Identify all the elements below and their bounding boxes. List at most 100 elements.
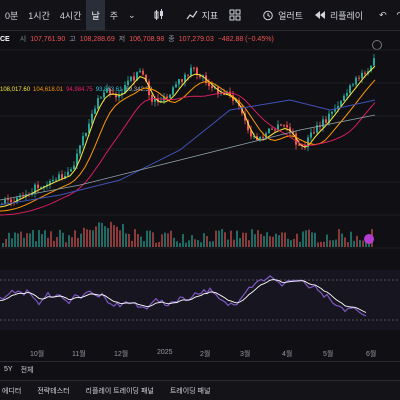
volume-bar — [245, 232, 247, 247]
candle-body — [10, 199, 12, 203]
volume-bar — [35, 241, 37, 247]
candle-body — [325, 119, 327, 123]
range-5y-button[interactable]: 5Y — [4, 366, 13, 373]
volume-bar — [299, 241, 301, 247]
volume-bar — [146, 230, 148, 247]
volume-bar — [344, 237, 346, 247]
volume-bar — [143, 241, 145, 247]
volume-bar — [278, 235, 280, 247]
volume-bar — [107, 227, 109, 247]
volume-bar — [149, 230, 151, 247]
volume-bar — [311, 232, 313, 247]
volume-bar — [101, 222, 103, 247]
time-axis-label: 4월 — [282, 351, 293, 358]
volume-bar — [317, 242, 319, 247]
candle-body — [91, 113, 93, 124]
volume-bar — [314, 232, 316, 247]
volume-bar — [8, 232, 10, 247]
price-chart-area[interactable] — [0, 0, 400, 345]
volume-bar — [131, 240, 133, 247]
volume-bar — [53, 240, 55, 247]
volume-bar — [242, 232, 244, 247]
volume-bar — [275, 233, 277, 247]
volume-bar — [236, 230, 238, 247]
tab-editor[interactable]: 에디터 — [2, 386, 21, 396]
volume-bar — [104, 226, 106, 247]
volume-bar — [80, 233, 82, 247]
volume-bar — [287, 238, 289, 247]
volume-bar — [200, 242, 202, 247]
candle-body — [313, 132, 315, 134]
candle-body — [166, 96, 168, 99]
candle-body — [274, 129, 276, 131]
volume-bar — [293, 238, 295, 247]
volume-bar — [122, 223, 124, 247]
volume-bar — [62, 232, 64, 247]
candle-body — [4, 199, 6, 204]
volume-bar — [26, 233, 28, 247]
volume-bar — [308, 229, 310, 247]
volume-bar — [98, 222, 100, 247]
candle-body — [175, 84, 177, 88]
tab-strategy-tester[interactable]: 전략테스터 — [37, 386, 69, 396]
volume-bar — [125, 233, 127, 247]
volume-bar — [356, 235, 358, 247]
candle-body — [172, 87, 174, 95]
volume-bar — [89, 229, 91, 247]
range-all-button[interactable]: 전체 — [21, 365, 34, 375]
volume-bar — [161, 234, 163, 247]
volume-bar — [32, 230, 34, 247]
time-axis-label: 12월 — [114, 351, 129, 358]
time-axis[interactable]: 10월 11월 12월 2025 2월 3월 4월 5월 6월 — [0, 345, 400, 361]
rsi-pane — [0, 270, 400, 330]
indicator-settings-icon[interactable] — [364, 234, 374, 244]
volume-bar — [326, 234, 328, 247]
volume-bar — [77, 237, 79, 247]
volume-bar — [41, 233, 43, 247]
volume-bar — [227, 239, 229, 247]
volume-bar — [224, 232, 226, 247]
volume-bar — [269, 236, 271, 247]
volume-bar — [215, 230, 217, 247]
moving-average-line — [0, 114, 376, 201]
candle-body — [208, 82, 210, 86]
volume-bar — [206, 236, 208, 247]
volume-bar — [305, 230, 307, 247]
volume-bar — [11, 238, 13, 247]
candle-body — [79, 145, 81, 154]
candle-body — [310, 132, 312, 138]
candle-body — [355, 77, 357, 85]
volume-bar — [350, 231, 352, 247]
volume-bar — [47, 237, 49, 247]
candle-body — [52, 179, 54, 182]
volume-bar — [95, 226, 97, 247]
volume-bar — [74, 230, 76, 247]
volume-bar — [194, 239, 196, 247]
candle-body — [268, 128, 270, 134]
volume-bar — [248, 240, 250, 247]
time-axis-label: 3월 — [240, 351, 251, 358]
candle-body — [37, 184, 39, 189]
volume-bar — [362, 240, 364, 247]
candle-body — [373, 58, 375, 66]
tab-replay-trading-panel[interactable]: 리플레이 트레이딩 패널 — [86, 386, 154, 396]
volume-bar — [260, 233, 262, 247]
volume-bar — [137, 234, 139, 247]
candle-body — [100, 97, 102, 99]
candle-body — [58, 174, 60, 180]
volume-bar — [296, 233, 298, 247]
volume-bar — [134, 229, 136, 247]
candle-body — [211, 85, 213, 89]
volume-bar — [164, 232, 166, 247]
candle-body — [142, 70, 144, 75]
bottom-range-bar: 5Y 전체 — [0, 361, 400, 377]
time-axis-label: 11월 — [72, 351, 86, 358]
tab-trading-panel[interactable]: 트레이딩 패널 — [170, 386, 211, 396]
candle-body — [271, 128, 273, 130]
time-axis-label: 10월 — [30, 351, 45, 358]
volume-bar — [359, 240, 361, 247]
volume-bar — [254, 234, 256, 247]
volume-bar — [323, 241, 325, 247]
candle-body — [61, 174, 63, 179]
volume-bar — [263, 236, 265, 247]
